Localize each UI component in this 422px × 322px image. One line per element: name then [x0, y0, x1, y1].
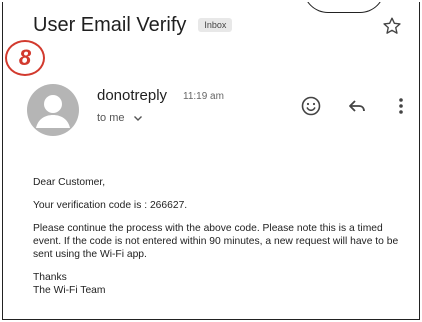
- emoji-reaction-icon[interactable]: [299, 94, 323, 118]
- recipient-details-toggle[interactable]: to me: [97, 112, 143, 124]
- sent-time: 11:19 am: [183, 91, 224, 102]
- star-outline-icon[interactable]: [381, 15, 403, 37]
- email-subject: User Email Verify: [33, 13, 187, 36]
- person-avatar-icon[interactable]: [27, 84, 79, 136]
- more-vert-icon[interactable]: [389, 94, 413, 118]
- avatar-silhouette-icon: [36, 95, 70, 128]
- verification-code-text: Your verification code is : 266627.: [33, 200, 188, 211]
- email-view: User Email Verify Inbox 8 donotreply 11:…: [2, 2, 420, 320]
- sender-name[interactable]: donotreply: [97, 87, 167, 104]
- instructions-text: Please continue the process with the abo…: [33, 223, 399, 260]
- inbox-label-chip[interactable]: Inbox: [198, 18, 233, 32]
- signoff-text: Thanks: [33, 272, 67, 283]
- reply-arrow-icon[interactable]: [345, 94, 369, 118]
- recipient-text: to me: [97, 112, 125, 124]
- step-number: 8: [18, 45, 32, 70]
- signature-text: The Wi-Fi Team: [33, 285, 106, 296]
- message-body: Dear Customer, Your verification code is…: [33, 176, 409, 297]
- chevron-down-icon: [133, 116, 142, 121]
- subject-header: User Email Verify Inbox: [33, 10, 409, 40]
- step-number-badge: 8: [5, 40, 45, 76]
- greeting-text: Dear Customer,: [33, 177, 106, 188]
